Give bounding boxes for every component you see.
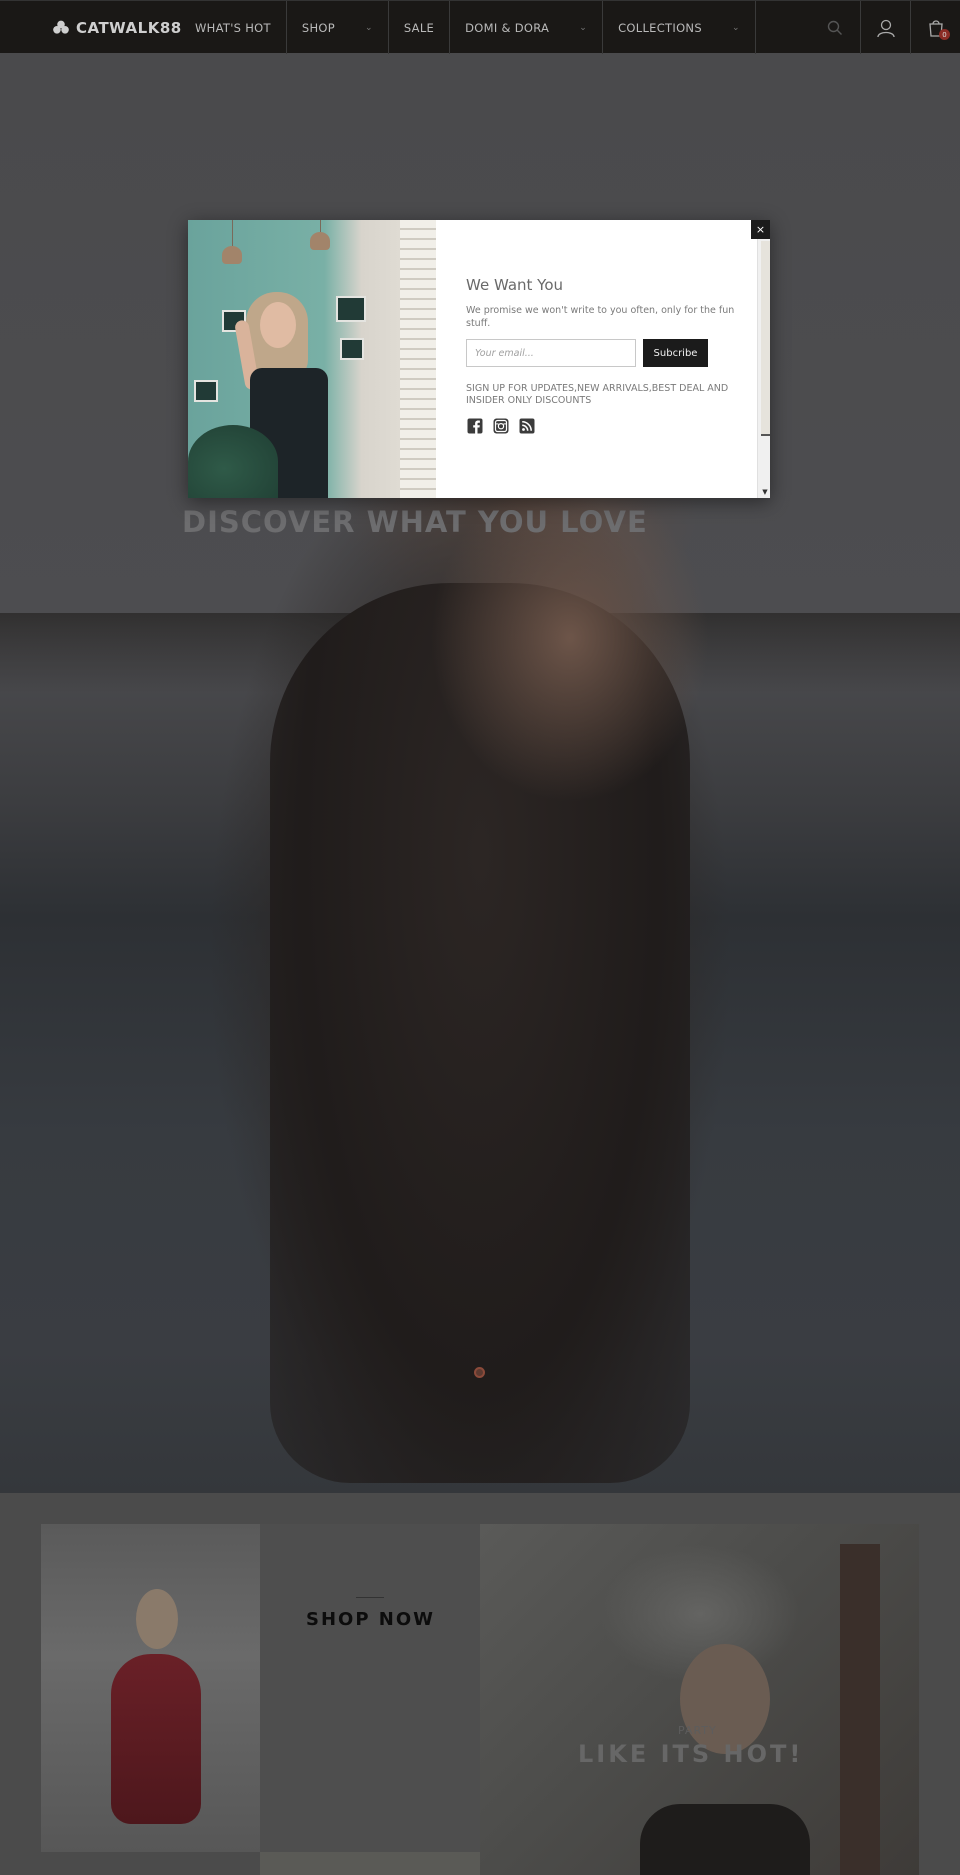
nav-label: COLLECTIONS — [618, 20, 702, 35]
promo-image-red-dress[interactable] — [41, 1524, 260, 1852]
rss-link[interactable] — [518, 417, 535, 434]
nav-item-shop[interactable]: SHOP ⌄ — [287, 1, 389, 54]
pendant-lamp — [222, 246, 242, 264]
wall-picture — [194, 380, 218, 402]
logo[interactable]: CATWALK88 — [52, 17, 182, 39]
newsletter-modal: We Want You We promise we won't write to… — [188, 220, 770, 498]
account-button[interactable] — [860, 1, 910, 54]
model-head — [136, 1589, 178, 1649]
instagram-link[interactable] — [492, 417, 509, 434]
model-top — [640, 1804, 810, 1875]
scroll-down-arrow-icon[interactable]: ▼ — [760, 488, 770, 496]
close-button[interactable]: × — [751, 220, 770, 239]
slider-dot-active[interactable] — [474, 1367, 485, 1378]
signup-text: SIGN UP FOR UPDATES,NEW ARRIVALS,BEST DE… — [466, 383, 729, 406]
facebook-link[interactable] — [466, 417, 483, 434]
divider — [356, 1597, 384, 1598]
red-dress — [111, 1654, 201, 1824]
chevron-down-icon: ⌄ — [731, 22, 740, 33]
shop-now-link[interactable]: SHOP NOW — [306, 1609, 435, 1630]
nav-item-collections[interactable]: COLLECTIONS ⌄ — [603, 1, 756, 54]
scrollbar-thumb[interactable] — [761, 241, 770, 436]
promo-image-partial — [260, 1852, 480, 1875]
wall-picture — [336, 296, 366, 322]
newsletter-form: Subcribe — [466, 339, 736, 367]
subscribe-button[interactable]: Subcribe — [643, 339, 708, 367]
main-nav: WHAT'S HOT SHOP ⌄ SALE DOMI & DORA ⌄ COL… — [180, 1, 756, 54]
clover-logo-icon — [53, 20, 69, 34]
header-icons: 0 — [810, 1, 960, 54]
lamp-cord — [320, 220, 321, 232]
search-button[interactable] — [810, 1, 860, 54]
social-links — [466, 417, 736, 434]
nav-label: SHOP — [301, 20, 335, 35]
nav-label: WHAT'S HOT — [195, 20, 271, 35]
shop-now-card[interactable] — [260, 1524, 480, 1852]
cart-button[interactable]: 0 — [910, 1, 960, 54]
page: CATWALK88 WHAT'S HOT SHOP ⌄ SALE DOMI & … — [0, 0, 960, 1875]
nav-label: SALE — [403, 20, 435, 35]
chevron-down-icon: ⌄ — [365, 22, 373, 33]
hero-title: DISCOVER WHAT YOU LOVE — [182, 505, 648, 539]
facebook-icon — [467, 418, 482, 434]
lamp-cord — [232, 220, 233, 246]
wall-picture — [340, 338, 364, 360]
newsletter-content: We Want You We promise we won't write to… — [466, 276, 736, 434]
search-icon — [827, 20, 842, 35]
email-field[interactable] — [466, 339, 636, 367]
instagram-icon — [493, 418, 508, 433]
newsletter-model-image — [188, 220, 436, 498]
nav-item-sale[interactable]: SALE — [389, 1, 451, 54]
party-title[interactable]: LIKE ITS HOT! — [578, 1740, 803, 1768]
rss-icon — [519, 418, 534, 433]
carved-panel — [400, 220, 436, 498]
party-label: PARTY — [678, 1724, 717, 1737]
plant — [188, 425, 278, 498]
chevron-down-icon: ⌄ — [579, 22, 588, 33]
nav-label: DOMI & DORA — [465, 20, 550, 35]
wooden-post — [840, 1544, 880, 1875]
user-icon — [876, 19, 895, 37]
logo-text: CATWALK88 — [76, 19, 182, 37]
promo-image-party[interactable] — [480, 1524, 919, 1875]
model-face — [260, 302, 296, 348]
pendant-lamp — [310, 232, 330, 250]
modal-scrollbar[interactable]: ▼ — [757, 239, 770, 498]
nav-item-domi-dora[interactable]: DOMI & DORA ⌄ — [450, 1, 604, 54]
cart-count-badge: 0 — [939, 29, 950, 40]
model-head — [680, 1644, 770, 1754]
site-header: CATWALK88 WHAT'S HOT SHOP ⌄ SALE DOMI & … — [0, 0, 960, 54]
nav-item-whats-hot[interactable]: WHAT'S HOT — [180, 1, 287, 54]
newsletter-title: We Want You — [466, 276, 564, 294]
newsletter-description: We promise we won't write to you often, … — [466, 305, 735, 329]
